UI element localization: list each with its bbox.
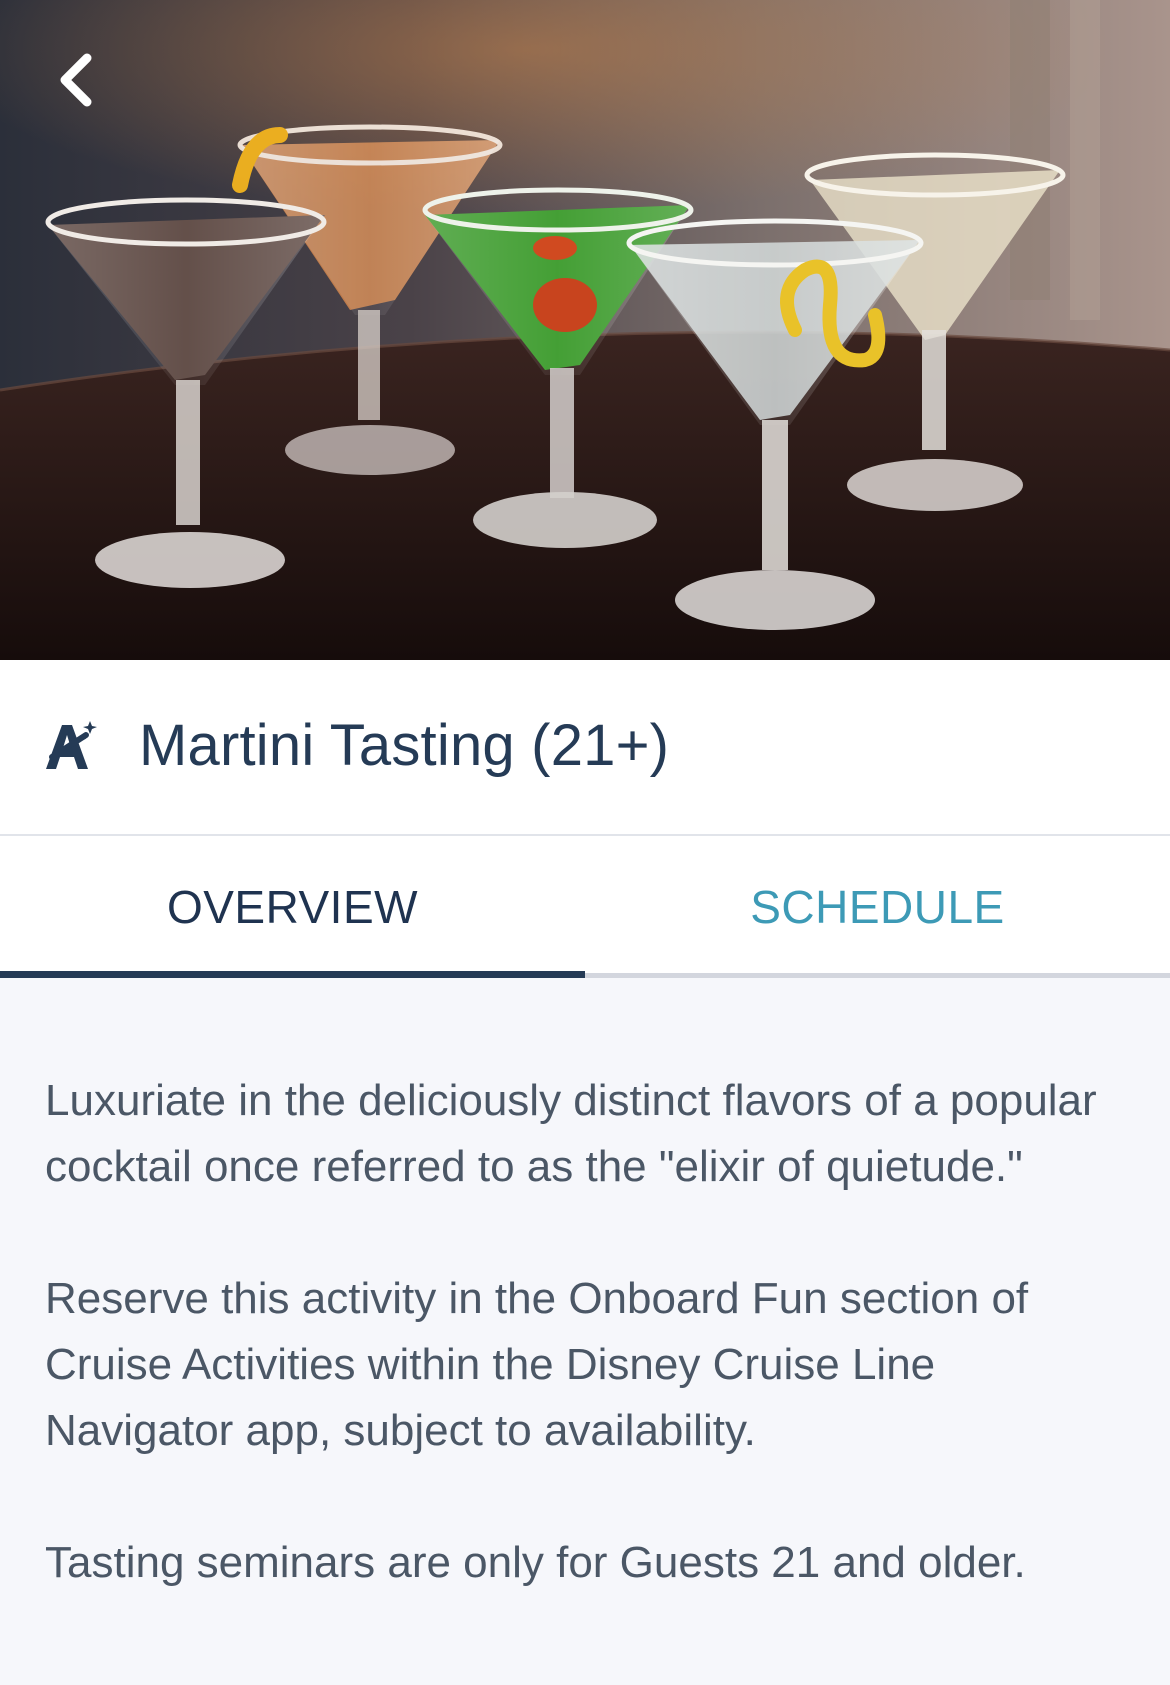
overview-content: Luxuriate in the deliciously distinct fl… bbox=[45, 1068, 1135, 1662]
tab-overview-label: OVERVIEW bbox=[166, 881, 419, 933]
martini-glasses-illustration bbox=[0, 0, 1170, 660]
activity-header: Martini Tasting (21+) bbox=[0, 660, 1170, 836]
tab-schedule-label: SCHEDULE bbox=[750, 881, 1005, 933]
tab-schedule-indicator bbox=[585, 973, 1170, 978]
tab-schedule[interactable]: SCHEDULE bbox=[585, 836, 1170, 978]
overview-paragraph: Luxuriate in the deliciously distinct fl… bbox=[45, 1076, 1097, 1191]
tab-bar: OVERVIEW SCHEDULE bbox=[0, 836, 1170, 978]
chevron-left-icon bbox=[60, 53, 92, 107]
overview-paragraph: Tasting seminars are only for Guests 21 … bbox=[45, 1538, 1026, 1587]
page-title: Martini Tasting (21+) bbox=[139, 713, 670, 778]
back-button[interactable] bbox=[40, 45, 110, 115]
overview-paragraph: Reserve this activity in the Onboard Fun… bbox=[45, 1274, 1029, 1455]
tab-overview-indicator bbox=[0, 971, 585, 978]
hero-image bbox=[0, 0, 1170, 660]
magic-wand-a-icon bbox=[46, 721, 97, 769]
tab-overview[interactable]: OVERVIEW bbox=[0, 836, 585, 978]
